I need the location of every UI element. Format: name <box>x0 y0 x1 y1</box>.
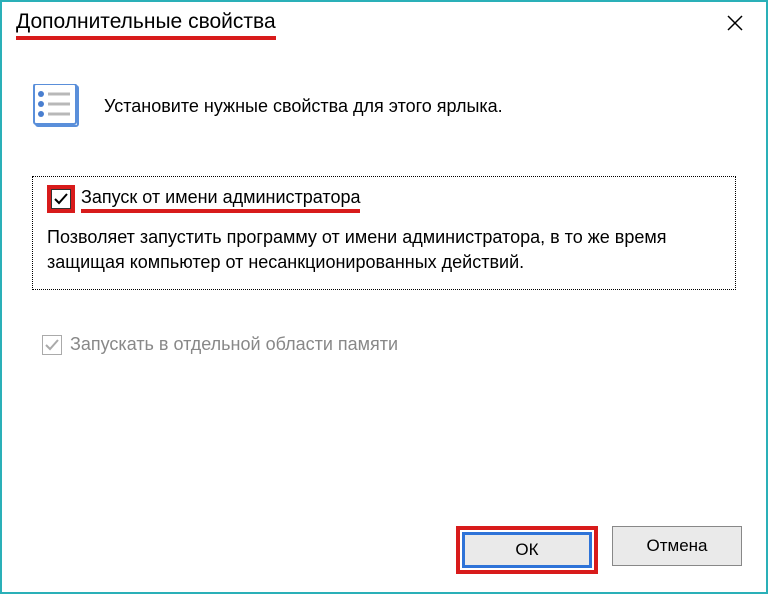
dialog-content: Установите нужные свойства для этого ярл… <box>2 44 766 355</box>
run-as-admin-label[interactable]: Запуск от имени администратора <box>81 187 360 213</box>
run-as-admin-checkbox[interactable] <box>51 189 71 209</box>
header-row: Установите нужные свойства для этого ярл… <box>32 84 736 128</box>
separate-memory-checkbox <box>42 335 62 355</box>
separate-memory-row: Запускать в отдельной области памяти <box>42 334 736 355</box>
run-as-admin-group: Запуск от имени администратора Позволяет… <box>32 176 736 290</box>
separate-memory-label: Запускать в отдельной области памяти <box>70 334 398 355</box>
checkbox-highlight <box>47 185 75 213</box>
run-as-admin-description: Позволяет запустить программу от имени а… <box>47 225 721 275</box>
close-icon[interactable] <box>718 10 752 40</box>
ok-button-highlight: ОК <box>456 526 598 574</box>
instruction-text: Установите нужные свойства для этого ярл… <box>104 96 503 117</box>
window-title: Дополнительные свойства <box>16 10 276 40</box>
button-row: ОК Отмена <box>456 526 742 574</box>
ok-button[interactable]: ОК <box>462 532 592 568</box>
titlebar: Дополнительные свойства <box>2 2 766 44</box>
properties-icon <box>32 84 80 128</box>
cancel-button[interactable]: Отмена <box>612 526 742 566</box>
run-as-admin-row: Запуск от имени администратора <box>47 187 721 213</box>
